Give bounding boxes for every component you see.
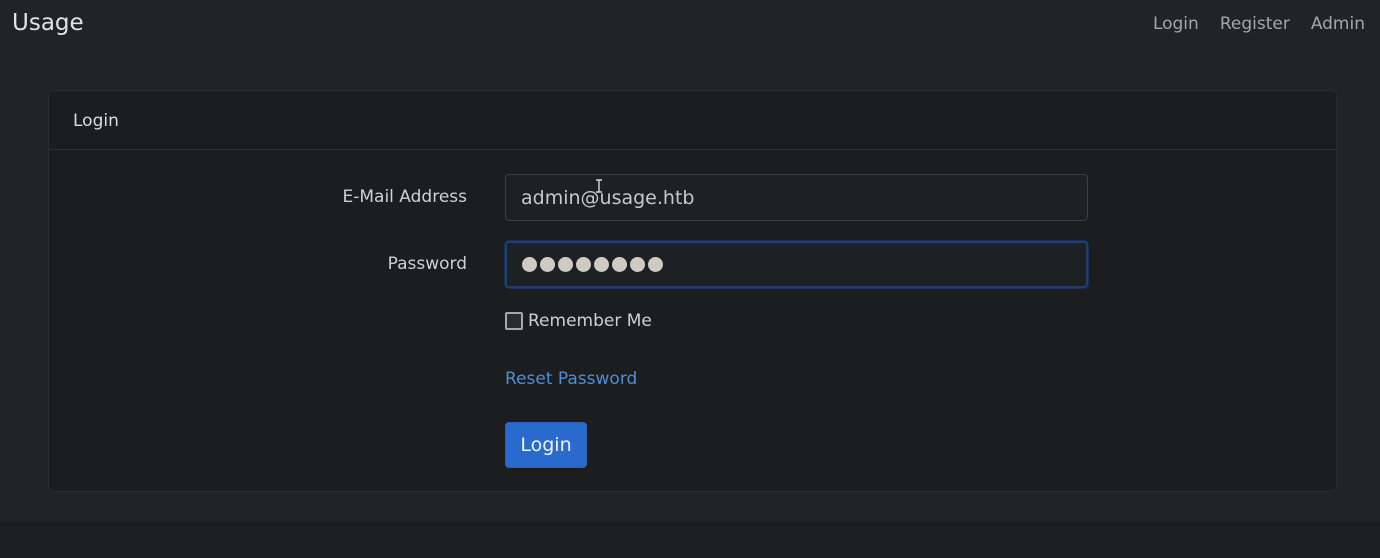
login-card: Login E-Mail Address admin@usage.htb Pas…: [48, 90, 1337, 492]
remember-me-label: Remember Me: [528, 311, 652, 331]
password-dot: [540, 257, 555, 272]
password-dot: [630, 257, 645, 272]
password-dot: [648, 257, 663, 272]
password-dot: [612, 257, 627, 272]
checkbox-box[interactable]: [505, 312, 523, 330]
password-dot: [594, 257, 609, 272]
password-label: Password: [387, 254, 467, 274]
footer-strip: [0, 522, 1380, 558]
remember-me-checkbox[interactable]: Remember Me: [505, 311, 652, 331]
password-dot: [576, 257, 591, 272]
nav-login-link[interactable]: Login: [1153, 14, 1199, 34]
password-mask: [522, 257, 663, 272]
brand-link[interactable]: Usage: [12, 10, 84, 36]
password-dot: [522, 257, 537, 272]
password-dot: [558, 257, 573, 272]
nav-admin-link[interactable]: Admin: [1311, 14, 1365, 34]
nav-links: Login Register Admin: [1153, 14, 1365, 34]
top-navbar: Usage Login Register Admin: [0, 0, 1380, 52]
password-field[interactable]: [505, 241, 1088, 288]
email-field[interactable]: admin@usage.htb: [505, 174, 1088, 221]
card-title: Login: [49, 91, 1336, 150]
reset-password-link[interactable]: Reset Password: [505, 369, 637, 389]
login-button[interactable]: Login: [505, 422, 587, 468]
text-cursor-icon: [596, 179, 602, 193]
email-label: E-Mail Address: [342, 187, 467, 207]
email-value: admin@usage.htb: [521, 186, 695, 209]
nav-register-link[interactable]: Register: [1220, 14, 1290, 34]
